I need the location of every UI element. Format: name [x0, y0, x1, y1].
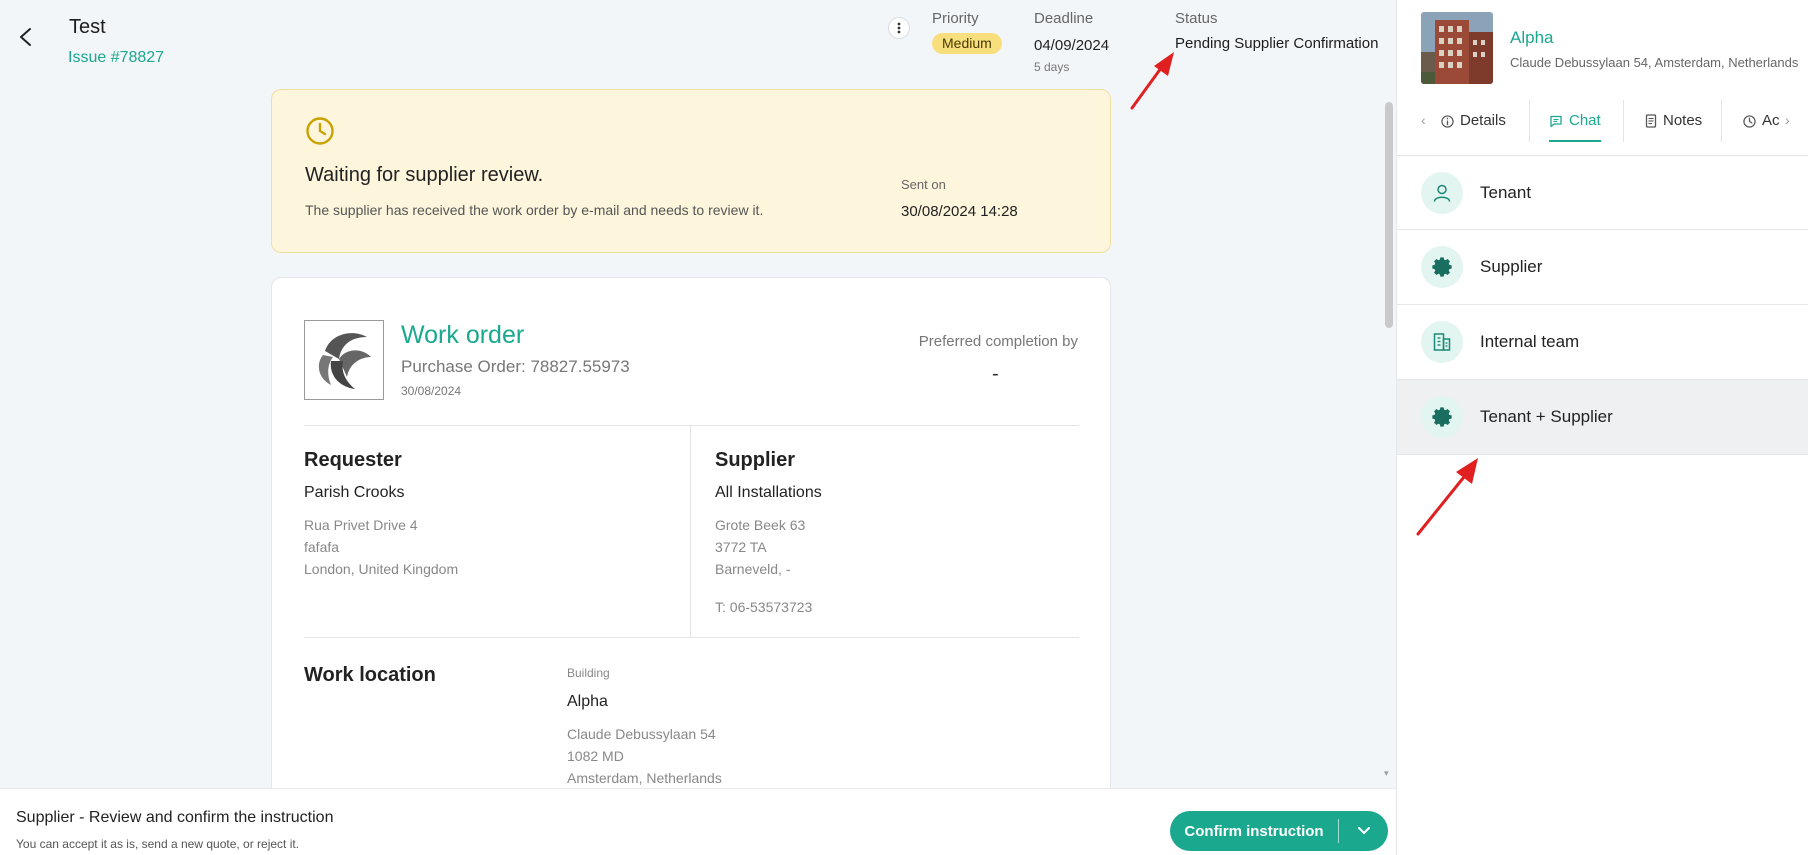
building-address: Claude Debussylaan 54, Amsterdam, Nether…	[1510, 55, 1799, 70]
supplier-address: Grote Beek 63 3772 TA Barneveld, -	[715, 514, 805, 580]
preferred-completion-label: Preferred completion by	[918, 333, 1078, 350]
preferred-completion-value: -	[992, 363, 999, 385]
issue-title: Test	[69, 16, 106, 38]
chat-item-tenant[interactable]: Tenant	[1397, 155, 1808, 230]
address-line: 3772 TA	[715, 539, 767, 555]
chevron-right-icon[interactable]: ›	[1785, 112, 1790, 128]
footer-title: Supplier - Review and confirm the instru…	[16, 809, 334, 826]
address-line: Rua Privet Drive 4	[304, 517, 418, 533]
sent-on-value: 30/08/2024 14:28	[901, 203, 1018, 220]
footer-subtitle: You can accept it as is, send a new quot…	[16, 837, 300, 851]
gear-icon	[1421, 246, 1463, 288]
back-arrow-icon[interactable]	[16, 26, 38, 48]
building-photo	[1421, 12, 1493, 84]
chevron-down-icon[interactable]	[1339, 811, 1388, 851]
issue-number-link[interactable]: Issue #78827	[68, 49, 164, 67]
work-order-card: Work order Purchase Order: 78827.55973 3…	[271, 277, 1111, 788]
address-line: London, United Kingdom	[304, 561, 459, 577]
chevron-left-icon[interactable]: ‹	[1421, 112, 1426, 128]
more-options-icon[interactable]	[888, 17, 910, 39]
supplier-name: All Installations	[715, 484, 822, 501]
address-line: Barneveld, -	[715, 561, 791, 577]
tab-divider	[1721, 100, 1722, 142]
tab-chat[interactable]: Chat	[1549, 112, 1601, 142]
deadline-label: Deadline	[1034, 10, 1094, 27]
clock-icon	[305, 116, 335, 151]
person-icon	[1421, 171, 1463, 214]
waiting-banner: Waiting for supplier review. The supplie…	[271, 89, 1111, 253]
address-line: Grote Beek 63	[715, 517, 806, 533]
notes-icon	[1645, 112, 1657, 132]
confirm-instruction-button[interactable]: Confirm instruction	[1170, 811, 1338, 851]
address-line: Amsterdam, Netherlands	[567, 770, 722, 786]
building-label: Building	[567, 666, 610, 680]
address-line: fafafa	[304, 539, 340, 555]
tab-label: Chat	[1569, 112, 1601, 129]
scrollbar-thumb[interactable]	[1385, 102, 1393, 328]
chat-item-label: Tenant	[1480, 182, 1532, 202]
main-panel: Test Issue #78827 Priority Medium Deadli…	[0, 0, 1396, 788]
chat-item-tenant-supplier[interactable]: Tenant + Supplier	[1397, 380, 1808, 455]
priority-badge: Medium	[932, 33, 1002, 54]
tab-divider	[1623, 100, 1624, 142]
tab-notes[interactable]: Notes	[1645, 112, 1702, 142]
requester-name: Parish Crooks	[304, 484, 405, 501]
divider-vertical	[690, 425, 691, 637]
sent-on-label: Sent on	[901, 177, 946, 192]
tab-details[interactable]: Details	[1441, 112, 1506, 142]
supplier-heading: Supplier	[715, 449, 796, 471]
priority-label: Priority	[932, 10, 979, 27]
requester-heading: Requester	[304, 449, 402, 471]
tab-label: Notes	[1663, 112, 1703, 129]
location-address: Claude Debussylaan 54 1082 MD Amsterdam,…	[567, 723, 722, 788]
work-order-date: 30/08/2024	[401, 384, 462, 398]
chat-item-label: Internal team	[1480, 332, 1580, 351]
chat-item-internal-team[interactable]: Internal team	[1397, 305, 1808, 380]
annotation-arrow-icon	[1416, 458, 1478, 536]
chat-item-label: Tenant + Supplier	[1480, 407, 1613, 426]
divider	[304, 637, 1079, 638]
banner-title: Waiting for supplier review.	[305, 164, 544, 186]
scroll-down-icon[interactable]: ▾	[1384, 768, 1389, 779]
chat-item-label: Supplier	[1480, 257, 1543, 276]
requester-address: Rua Privet Drive 4 fafafa London, United…	[304, 514, 458, 580]
tab-activity[interactable]: Ac	[1743, 112, 1783, 142]
building-icon	[1421, 321, 1463, 363]
info-icon	[1441, 112, 1454, 132]
address-line: 1082 MD	[567, 748, 624, 764]
purchase-order: Purchase Order: 78827.55973	[401, 357, 630, 376]
divider	[304, 425, 1079, 426]
sidebar-tabs: ‹ Details Chat Notes Ac ›	[1397, 100, 1808, 142]
deadline-remaining: 5 days	[1034, 60, 1070, 74]
annotation-arrow-icon	[1130, 52, 1174, 110]
status-value: Pending Supplier Confirmation	[1175, 35, 1379, 52]
deadline-value: 04/09/2024	[1034, 37, 1110, 54]
address-line: Claude Debussylaan 54	[567, 726, 716, 742]
tab-label: Ac	[1762, 112, 1780, 129]
chat-item-supplier[interactable]: Supplier	[1397, 230, 1808, 305]
work-location-heading: Work location	[304, 664, 436, 686]
chat-icon	[1549, 112, 1563, 132]
clock-icon	[1743, 112, 1756, 132]
building-name-link[interactable]: Alpha	[1510, 28, 1553, 48]
tab-divider	[1529, 100, 1530, 142]
action-footer: Supplier - Review and confirm the instru…	[0, 788, 1396, 855]
work-order-title: Work order	[401, 321, 525, 349]
banner-message: The supplier has received the work order…	[305, 202, 764, 218]
supplier-phone: T: 06-53573723	[715, 599, 813, 615]
company-logo	[304, 320, 384, 400]
status-label: Status	[1175, 10, 1218, 27]
building-name: Alpha	[567, 693, 608, 710]
right-sidebar: Alpha Claude Debussylaan 54, Amsterdam, …	[1396, 0, 1808, 855]
confirm-split-button: Confirm instruction	[1170, 811, 1388, 851]
tab-label: Details	[1460, 112, 1506, 129]
gear-icon	[1421, 396, 1463, 438]
